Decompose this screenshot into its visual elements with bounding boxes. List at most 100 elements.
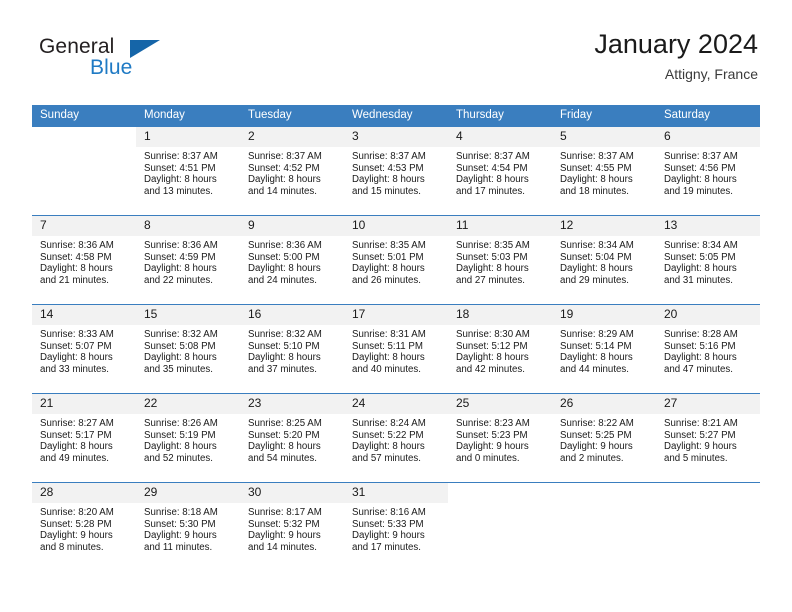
calendar-day-cell[interactable]: 11 Sunrise: 8:35 AM Sunset: 5:03 PM Dayligh… [448,215,552,305]
calendar-day-cell[interactable]: 30 Sunrise: 8:17 AM Sunset: 5:32 PM Dayligh… [240,482,344,571]
calendar-day-cell[interactable]: 21 Sunrise: 8:27 AM Sunset: 5:17 PM Dayligh… [32,393,136,483]
calendar-day-cell[interactable]: 20 Sunrise: 8:28 AM Sunset: 5:16 PM Dayligh… [656,304,760,394]
sunset-text: Sunset: 5:33 PM [352,518,424,530]
daylight-text-line1: Daylight: 8 hours [40,352,113,364]
calendar-week-row: 28 Sunrise: 8:20 AM Sunset: 5:28 PM Dayligh… [32,482,760,571]
weekday-header-row: Sunday Monday Tuesday Wednesday Thursday… [32,105,760,127]
daylight-text-line1: Daylight: 8 hours [352,174,425,186]
calendar-day-cell[interactable]: 23 Sunrise: 8:25 AM Sunset: 5:20 PM Dayligh… [240,393,344,483]
daylight-text-line2: and 33 minutes. [40,363,109,375]
calendar-day-cell[interactable]: 14 Sunrise: 8:33 AM Sunset: 5:07 PM Dayligh… [32,304,136,394]
day-details: Sunrise: 8:34 AM Sunset: 5:04 PM Daylight:… [552,236,656,286]
daylight-text-line2: and 14 minutes. [248,541,317,553]
calendar-day-cell[interactable]: 12 Sunrise: 8:34 AM Sunset: 5:04 PM Dayligh… [552,215,656,305]
sunset-text: Sunset: 4:59 PM [144,251,216,263]
day-cell-inner [552,483,656,571]
sunset-text: Sunset: 5:20 PM [248,429,320,441]
day-cell-inner: 19 Sunrise: 8:29 AM Sunset: 5:14 PM Dayligh… [552,305,656,393]
daylight-text-line1: Daylight: 8 hours [664,352,737,364]
day-number: 23 [240,394,344,414]
day-cell-inner: 20 Sunrise: 8:28 AM Sunset: 5:16 PM Dayligh… [656,305,760,393]
calendar-day-cell[interactable]: 7 Sunrise: 8:36 AM Sunset: 4:58 PM Daylight… [32,215,136,305]
calendar-header: Sunday Monday Tuesday Wednesday Thursday… [32,105,760,127]
daylight-text-line1: Daylight: 8 hours [352,441,425,453]
weekday-header-wednesday: Wednesday [344,105,448,127]
daylight-text-line2: and 31 minutes. [664,274,733,286]
weekday-header-tuesday: Tuesday [240,105,344,127]
day-details: Sunrise: 8:31 AM Sunset: 5:11 PM Daylight:… [344,325,448,375]
calendar-day-cell [448,482,552,571]
daylight-text-line1: Daylight: 8 hours [248,352,321,364]
calendar-week-row: 14 Sunrise: 8:33 AM Sunset: 5:07 PM Dayligh… [32,304,760,394]
daylight-text-line2: and 37 minutes. [248,363,317,375]
daylight-text-line2: and 8 minutes. [40,541,104,553]
daylight-text-line2: and 19 minutes. [664,185,733,197]
calendar-day-cell [656,482,760,571]
calendar-day-cell[interactable]: 5 Sunrise: 8:37 AM Sunset: 4:55 PM Daylight… [552,126,656,216]
day-number: 7 [32,216,136,236]
day-cell-inner: 11 Sunrise: 8:35 AM Sunset: 5:03 PM Dayligh… [448,216,552,304]
sunrise-text: Sunrise: 8:33 AM [40,329,114,340]
calendar-day-cell[interactable]: 8 Sunrise: 8:36 AM Sunset: 4:59 PM Daylight… [136,215,240,305]
calendar-day-cell[interactable]: 24 Sunrise: 8:24 AM Sunset: 5:22 PM Dayligh… [344,393,448,483]
day-number: 5 [552,127,656,147]
daylight-text-line2: and 2 minutes. [560,452,624,464]
sunrise-text: Sunrise: 8:16 AM [352,507,426,518]
sunrise-text: Sunrise: 8:23 AM [456,418,530,429]
calendar-day-cell[interactable]: 2 Sunrise: 8:37 AM Sunset: 4:52 PM Daylight… [240,126,344,216]
calendar-week-row: 21 Sunrise: 8:27 AM Sunset: 5:17 PM Dayligh… [32,393,760,483]
sunset-text: Sunset: 4:54 PM [456,162,528,174]
day-number: 10 [344,216,448,236]
daylight-text-line2: and 27 minutes. [456,274,525,286]
sunset-text: Sunset: 4:56 PM [664,162,736,174]
calendar-day-cell[interactable]: 10 Sunrise: 8:35 AM Sunset: 5:01 PM Dayligh… [344,215,448,305]
daylight-text-line2: and 0 minutes. [456,452,520,464]
calendar-day-cell[interactable]: 17 Sunrise: 8:31 AM Sunset: 5:11 PM Dayligh… [344,304,448,394]
calendar-day-cell[interactable]: 31 Sunrise: 8:16 AM Sunset: 5:33 PM Dayligh… [344,482,448,571]
general-blue-logo[interactable]: General Blue [34,32,174,92]
calendar-day-cell[interactable]: 25 Sunrise: 8:23 AM Sunset: 5:23 PM Dayligh… [448,393,552,483]
day-details: Sunrise: 8:36 AM Sunset: 4:59 PM Daylight:… [136,236,240,286]
calendar-page: General Blue January 2024 Attigny, Franc… [0,0,792,612]
calendar-day-cell[interactable]: 28 Sunrise: 8:20 AM Sunset: 5:28 PM Dayligh… [32,482,136,571]
calendar-day-cell[interactable]: 13 Sunrise: 8:34 AM Sunset: 5:05 PM Dayligh… [656,215,760,305]
weekday-header-saturday: Saturday [656,105,760,127]
calendar-day-cell[interactable]: 15 Sunrise: 8:32 AM Sunset: 5:08 PM Dayligh… [136,304,240,394]
calendar-day-cell[interactable]: 16 Sunrise: 8:32 AM Sunset: 5:10 PM Dayligh… [240,304,344,394]
day-number: 21 [32,394,136,414]
calendar-day-cell[interactable]: 19 Sunrise: 8:29 AM Sunset: 5:14 PM Dayligh… [552,304,656,394]
calendar-day-cell[interactable]: 27 Sunrise: 8:21 AM Sunset: 5:27 PM Dayligh… [656,393,760,483]
day-number: 13 [656,216,760,236]
day-cell-inner: 8 Sunrise: 8:36 AM Sunset: 4:59 PM Daylight… [136,216,240,304]
month-calendar-table: Sunday Monday Tuesday Wednesday Thursday… [32,105,760,571]
calendar-day-cell[interactable]: 1 Sunrise: 8:37 AM Sunset: 4:51 PM Daylight… [136,126,240,216]
sunset-text: Sunset: 5:01 PM [352,251,424,263]
day-details: Sunrise: 8:20 AM Sunset: 5:28 PM Daylight:… [32,503,136,553]
calendar-day-cell[interactable]: 29 Sunrise: 8:18 AM Sunset: 5:30 PM Dayligh… [136,482,240,571]
sunrise-text: Sunrise: 8:37 AM [144,151,218,162]
day-number: 4 [448,127,552,147]
calendar-day-cell[interactable]: 26 Sunrise: 8:22 AM Sunset: 5:25 PM Dayligh… [552,393,656,483]
daylight-text-line1: Daylight: 8 hours [664,174,737,186]
daylight-text-line1: Daylight: 8 hours [664,263,737,275]
calendar-day-cell[interactable]: 22 Sunrise: 8:26 AM Sunset: 5:19 PM Dayligh… [136,393,240,483]
day-details: Sunrise: 8:29 AM Sunset: 5:14 PM Daylight:… [552,325,656,375]
sunset-text: Sunset: 5:10 PM [248,340,320,352]
calendar-day-cell[interactable]: 3 Sunrise: 8:37 AM Sunset: 4:53 PM Daylight… [344,126,448,216]
logo-triangle-icon [130,40,160,58]
day-cell-inner: 2 Sunrise: 8:37 AM Sunset: 4:52 PM Daylight… [240,127,344,215]
calendar-day-cell[interactable]: 9 Sunrise: 8:36 AM Sunset: 5:00 PM Daylight… [240,215,344,305]
calendar-day-cell[interactable]: 18 Sunrise: 8:30 AM Sunset: 5:12 PM Dayligh… [448,304,552,394]
calendar-day-cell[interactable]: 4 Sunrise: 8:37 AM Sunset: 4:54 PM Daylight… [448,126,552,216]
day-details: Sunrise: 8:24 AM Sunset: 5:22 PM Daylight:… [344,414,448,464]
calendar-day-cell[interactable]: 6 Sunrise: 8:37 AM Sunset: 4:56 PM Daylight… [656,126,760,216]
weekday-header-monday: Monday [136,105,240,127]
sunrise-text: Sunrise: 8:36 AM [248,240,322,251]
day-cell-inner: 16 Sunrise: 8:32 AM Sunset: 5:10 PM Dayligh… [240,305,344,393]
day-cell-inner: 25 Sunrise: 8:23 AM Sunset: 5:23 PM Dayligh… [448,394,552,482]
day-details: Sunrise: 8:22 AM Sunset: 5:25 PM Daylight:… [552,414,656,464]
daylight-text-line2: and 42 minutes. [456,363,525,375]
sunset-text: Sunset: 5:11 PM [352,340,423,352]
sunrise-text: Sunrise: 8:37 AM [248,151,322,162]
daylight-text-line2: and 15 minutes. [352,185,421,197]
